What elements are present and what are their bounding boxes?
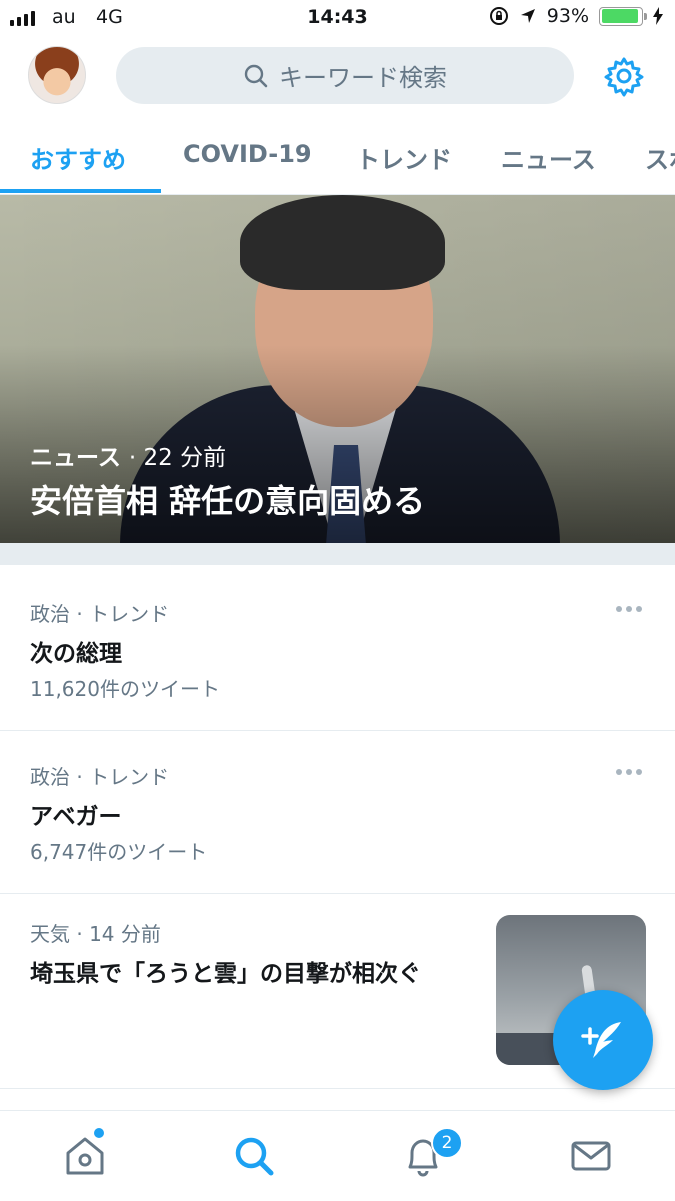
trend-category: 政治 · トレンド [30, 765, 170, 789]
trend-count: 6,747件のツイート [30, 840, 208, 864]
section-divider [0, 543, 675, 565]
feather-plus-icon [581, 1022, 621, 1058]
search-input[interactable]: キーワード検索 [116, 47, 574, 104]
more-options-icon[interactable] [616, 769, 644, 777]
hero-category: ニュース [30, 445, 121, 471]
trend-count: 11,620件のツイート [30, 677, 220, 701]
tab-trends[interactable]: トレンド [356, 140, 452, 175]
home-new-dot [94, 1128, 104, 1138]
home-icon[interactable] [62, 1133, 108, 1179]
mail-icon[interactable] [568, 1133, 614, 1179]
bottom-nav [0, 1110, 675, 1201]
hero-title[interactable]: 安倍首相 辞任の意向固める [30, 476, 425, 522]
hero-meta: ニュース · 22 分前 [30, 445, 227, 471]
active-tab-indicator [0, 189, 161, 193]
tab-news[interactable]: ニュース [501, 140, 596, 175]
trend-item[interactable]: 政治 · トレンド アベガー 6,747件のツイート [0, 731, 675, 894]
news-category: 天気 [30, 922, 70, 946]
battery-percent: 93% [546, 5, 589, 27]
search-placeholder: キーワード検索 [279, 64, 447, 92]
trend-item[interactable]: 政治 · トレンド 次の総理 11,620件のツイート [0, 566, 675, 731]
search-icon [244, 64, 268, 87]
tab-covid19[interactable]: COVID-19 [183, 140, 312, 168]
tab-recommended[interactable]: おすすめ [30, 140, 126, 175]
trend-name: 次の総理 [30, 641, 122, 667]
tab-sports[interactable]: スポ [645, 140, 675, 175]
status-bar: au 4G 14:43 93% [0, 0, 675, 38]
news-title: 埼玉県で「ろうと雲」の目撃が相次ぐ [30, 961, 421, 987]
more-options-icon[interactable] [616, 606, 644, 614]
rotation-lock-icon [489, 7, 508, 25]
charging-icon [653, 7, 663, 25]
gear-icon[interactable] [603, 55, 645, 97]
notification-badge: 2 [431, 1127, 463, 1159]
battery-icon [599, 6, 647, 26]
trend-category: 政治 · トレンド [30, 602, 170, 626]
compose-tweet-button[interactable] [553, 990, 653, 1090]
location-icon [520, 9, 535, 23]
search-icon[interactable] [231, 1133, 277, 1179]
trend-name: アベガー [30, 804, 122, 830]
explore-tabs: おすすめ COVID-19 トレンド ニュース スポ [0, 128, 675, 195]
avatar[interactable] [28, 46, 86, 104]
news-time: 14 分前 [89, 922, 161, 946]
hero-time: 22 分前 [143, 445, 227, 471]
news-meta: 天気 · 14 分前 [30, 922, 161, 946]
